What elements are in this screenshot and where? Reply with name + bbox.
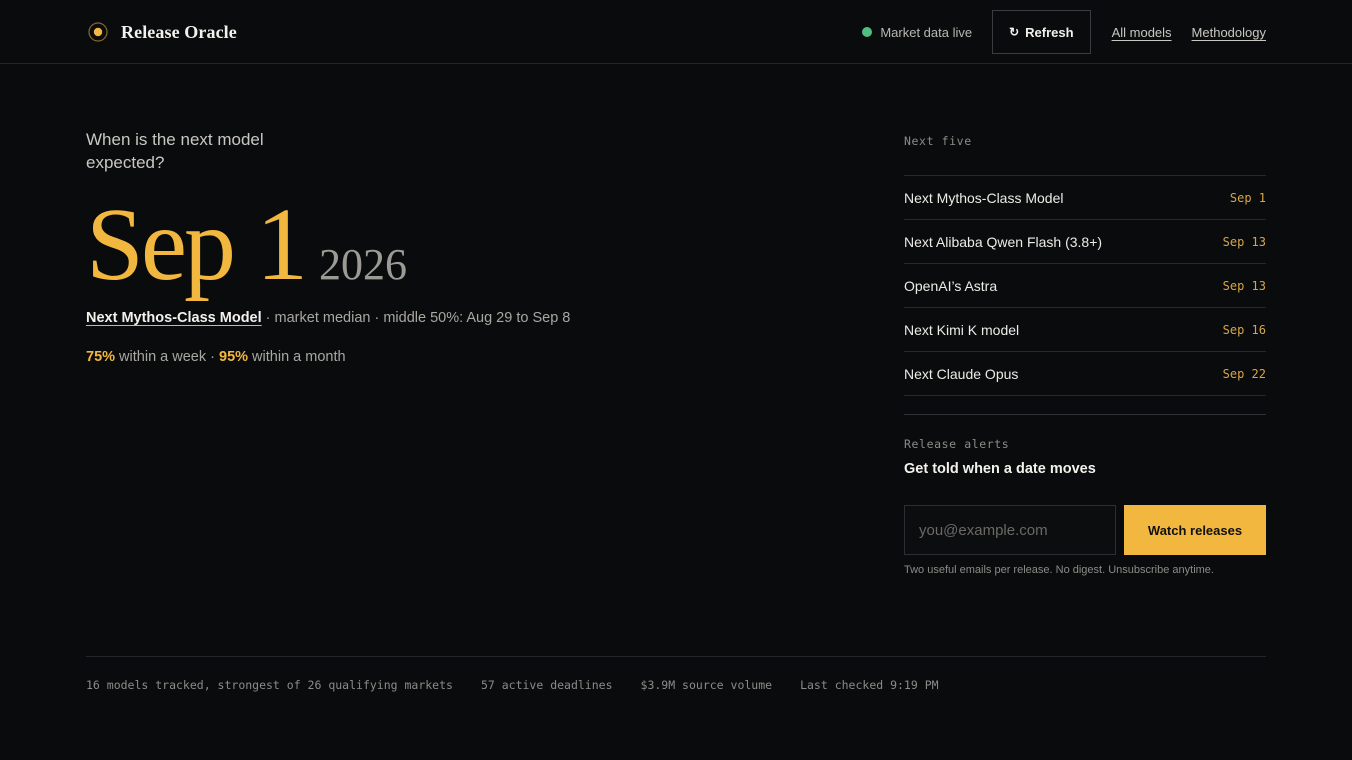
refresh-icon: ↻ (1009, 25, 1020, 39)
stat-last-checked: Last checked 9:19 PM (800, 677, 939, 692)
list-item-date: Sep 13 (1222, 278, 1266, 293)
orbit-dot-icon (86, 20, 110, 44)
list-item-name: Next Claude Opus (904, 365, 1019, 382)
week-text: within a week · (115, 349, 219, 365)
list-item-name: Next Kimi K model (904, 321, 1020, 338)
median-summary: Next Mythos-Class Model · market median … (86, 310, 570, 326)
top-header: Release Oracle Market data live ↻ Refres… (0, 0, 1352, 64)
live-status: Market data live (862, 25, 972, 40)
brand[interactable]: Release Oracle (86, 20, 237, 44)
nav-link-methodology[interactable]: Methodology (1192, 25, 1266, 40)
list-item[interactable]: Next Kimi K model Sep 16 (904, 308, 1266, 352)
probability-summary: 75% within a week · 95% within a month (86, 349, 346, 365)
alerts-note: Two useful emails per release. No digest… (904, 564, 1214, 576)
list-item-date: Sep 13 (1222, 234, 1266, 249)
list-item-date: Sep 16 (1222, 322, 1266, 337)
brand-name: Release Oracle (121, 21, 237, 42)
alerts-title: Get told when a date moves (904, 461, 1096, 477)
next-five-list: Next Mythos-Class Model Sep 1 Next Aliba… (904, 175, 1266, 396)
predicted-month-day: Sep 1 (86, 187, 308, 302)
list-item[interactable]: OpenAI’s Astra Sep 13 (904, 264, 1266, 308)
live-dot-icon (862, 27, 873, 37)
refresh-label: Refresh (1025, 24, 1074, 40)
hero-question: When is the next model expected? (86, 130, 264, 172)
predicted-date: Sep 1 2026 (86, 190, 407, 300)
list-item-name: OpenAI’s Astra (904, 277, 998, 294)
list-item-name: Next Mythos-Class Model (904, 189, 1064, 206)
list-item-date: Sep 22 (1222, 366, 1266, 381)
list-item[interactable]: Next Claude Opus Sep 22 (904, 352, 1266, 396)
next-five-label: Next five (904, 134, 972, 148)
refresh-button[interactable]: ↻ Refresh (992, 10, 1091, 54)
month-probability: 95% (219, 349, 249, 365)
median-text: · market median · middle 50%: Aug 29 to … (261, 310, 571, 326)
stat-source-volume: $3.9M source volume (640, 677, 773, 692)
list-item[interactable]: Next Alibaba Qwen Flash (3.8+) Sep 13 (904, 220, 1266, 264)
watch-releases-button[interactable]: Watch releases (1124, 505, 1266, 555)
week-probability: 75% (86, 349, 116, 365)
predicted-year: 2026 (319, 240, 407, 289)
nav-link-all-models[interactable]: All models (1112, 25, 1172, 40)
stat-models-tracked: 16 models tracked, strongest of 26 quali… (86, 677, 453, 692)
top-nav: Market data live ↻ Refresh All models Me… (862, 10, 1266, 54)
email-field[interactable] (904, 505, 1116, 555)
footer-stats: 16 models tracked, strongest of 26 quali… (86, 656, 1266, 712)
list-item-date: Sep 1 (1229, 190, 1266, 205)
list-item-name: Next Alibaba Qwen Flash (3.8+) (904, 233, 1103, 250)
alerts-label: Release alerts (904, 437, 1010, 451)
live-status-label: Market data live (880, 24, 973, 40)
divider (904, 414, 1266, 415)
month-text: within a month (248, 349, 346, 365)
model-link[interactable]: Next Mythos-Class Model (86, 310, 262, 326)
list-item[interactable]: Next Mythos-Class Model Sep 1 (904, 176, 1266, 220)
stat-active-deadlines: 57 active deadlines (480, 677, 613, 692)
